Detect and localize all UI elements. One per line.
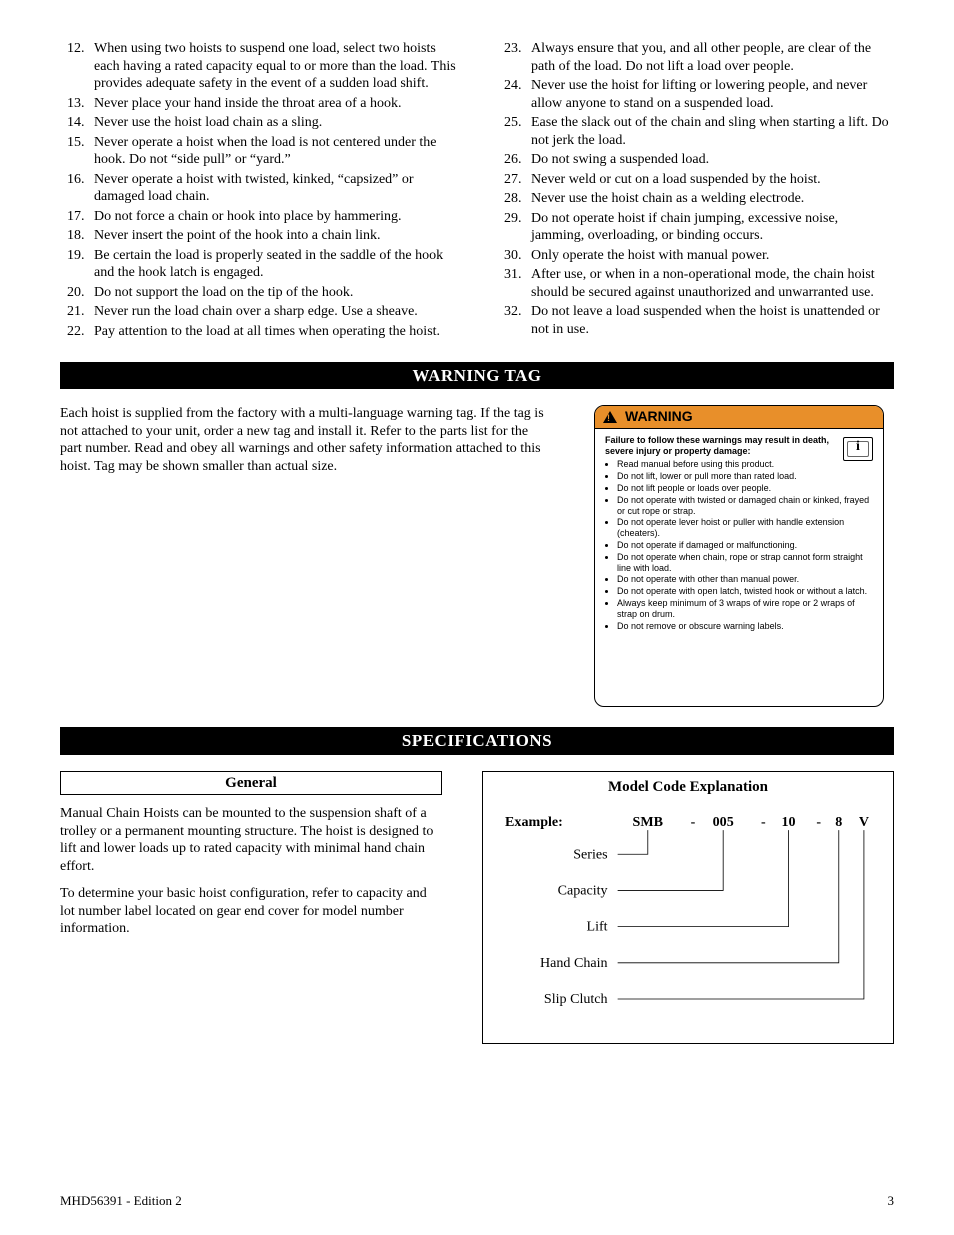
safety-rules-right-list: Always ensure that you, and all other pe… xyxy=(497,40,894,338)
mce-example-label: Example: xyxy=(505,814,563,830)
svg-text:V: V xyxy=(859,814,869,830)
warning-bullet: Do not operate if damaged or malfunction… xyxy=(617,540,873,551)
warning-bullet: Do not lift, lower or pull more than rat… xyxy=(617,471,873,482)
model-code-diagram: Example: SMB-005-10-8V SeriesCapacityLif… xyxy=(497,808,879,1019)
footer-page-number: 3 xyxy=(888,1193,895,1209)
warning-card-intro: Failure to follow these warnings may res… xyxy=(605,435,873,457)
list-item: Ease the slack out of the chain and slin… xyxy=(525,114,894,149)
list-item: Never run the load chain over a sharp ed… xyxy=(88,303,457,321)
list-item: Always ensure that you, and all other pe… xyxy=(525,40,894,75)
warning-triangle-icon xyxy=(603,411,617,423)
warning-card-header: WARNING xyxy=(595,406,883,429)
manual-book-icon: i xyxy=(843,437,873,461)
model-code-panel: Model Code Explanation Example: SMB - 005 -… xyxy=(482,771,894,1044)
svg-text:005: 005 xyxy=(713,814,734,830)
warning-bullet: Read manual before using this product. xyxy=(617,459,873,470)
specifications-heading: SPECIFICATIONS xyxy=(60,727,894,754)
warning-bullet: Do not operate with open latch, twisted … xyxy=(617,586,873,597)
list-item: Do not swing a suspended load. xyxy=(525,151,894,169)
list-item: Never weld or cut on a load suspended by… xyxy=(525,171,894,189)
general-paragraph-2: To determine your basic hoist configurat… xyxy=(60,885,442,938)
svg-text:Lift: Lift xyxy=(586,919,607,935)
warning-bullet: Do not operate with twisted or damaged c… xyxy=(617,495,873,517)
svg-text:-: - xyxy=(816,814,821,830)
warning-card-bullets: Read manual before using this product.Do… xyxy=(605,459,873,631)
safety-rules-left-col: When using two hoists to suspend one loa… xyxy=(60,40,457,342)
svg-text:10: 10 xyxy=(781,814,795,830)
warning-card-body: i Failure to follow these warnings may r… xyxy=(595,429,883,637)
list-item: Never operate a hoist with twisted, kink… xyxy=(88,171,457,206)
list-item: Never insert the point of the hook into … xyxy=(88,227,457,245)
svg-text:Hand Chain: Hand Chain xyxy=(540,955,608,971)
list-item: Never use the hoist for lifting or lower… xyxy=(525,77,894,112)
warning-bullet: Always keep minimum of 3 wraps of wire r… xyxy=(617,598,873,620)
list-item: Never operate a hoist when the load is n… xyxy=(88,134,457,169)
list-item: Do not support the load on the tip of th… xyxy=(88,284,457,302)
warning-bullet: Do not remove or obscure warning labels. xyxy=(617,621,873,632)
footer-doc-id: MHD56391 - Edition 2 xyxy=(60,1193,182,1209)
warning-tag-heading: WARNING TAG xyxy=(60,362,894,389)
list-item: Only operate the hoist with manual power… xyxy=(525,247,894,265)
warning-card-header-label: WARNING xyxy=(625,408,693,426)
warning-bullet: Do not operate with other than manual po… xyxy=(617,574,873,585)
list-item: Be certain the load is properly seated i… xyxy=(88,247,457,282)
warning-tag-text: Each hoist is supplied from the factory … xyxy=(60,405,544,707)
specifications-row: General Manual Chain Hoists can be mount… xyxy=(60,771,894,1044)
general-paragraph-1: Manual Chain Hoists can be mounted to th… xyxy=(60,805,442,875)
svg-text:8: 8 xyxy=(835,814,842,830)
warning-bullet: Do not lift people or loads over people. xyxy=(617,483,873,494)
safety-rules-columns: When using two hoists to suspend one loa… xyxy=(60,40,894,342)
safety-rules-right-col: Always ensure that you, and all other pe… xyxy=(497,40,894,342)
warning-tag-paragraph: Each hoist is supplied from the factory … xyxy=(60,405,544,475)
svg-text:SMB: SMB xyxy=(633,814,663,830)
page-footer: MHD56391 - Edition 2 3 xyxy=(60,1193,894,1209)
model-code-heading: Model Code Explanation xyxy=(497,778,879,797)
svg-text:Capacity: Capacity xyxy=(558,883,608,899)
list-item: Never use the hoist load chain as a slin… xyxy=(88,114,457,132)
svg-text:-: - xyxy=(691,814,696,830)
svg-text:Series: Series xyxy=(573,847,607,863)
svg-text:Slip Clutch: Slip Clutch xyxy=(544,991,608,1007)
list-item: Never place your hand inside the throat … xyxy=(88,95,457,113)
list-item: Do not force a chain or hook into place … xyxy=(88,208,457,226)
list-item: Never use the hoist chain as a welding e… xyxy=(525,190,894,208)
list-item: Do not leave a load suspended when the h… xyxy=(525,303,894,338)
svg-text:-: - xyxy=(761,814,766,830)
general-heading: General xyxy=(60,771,442,796)
list-item: Do not operate hoist if chain jumping, e… xyxy=(525,210,894,245)
list-item: Pay attention to the load at all times w… xyxy=(88,323,457,341)
warning-tag-image: WARNING i Failure to follow these warnin… xyxy=(584,405,894,707)
warning-tag-row: Each hoist is supplied from the factory … xyxy=(60,405,894,707)
list-item: When using two hoists to suspend one loa… xyxy=(88,40,457,93)
safety-rules-left-list: When using two hoists to suspend one loa… xyxy=(60,40,457,340)
list-item: After use, or when in a non-operational … xyxy=(525,266,894,301)
warning-bullet: Do not operate lever hoist or puller wit… xyxy=(617,517,873,539)
spec-general-column: General Manual Chain Hoists can be mount… xyxy=(60,771,442,948)
warning-card: WARNING i Failure to follow these warnin… xyxy=(594,405,884,707)
warning-bullet: Do not operate when chain, rope or strap… xyxy=(617,552,873,574)
